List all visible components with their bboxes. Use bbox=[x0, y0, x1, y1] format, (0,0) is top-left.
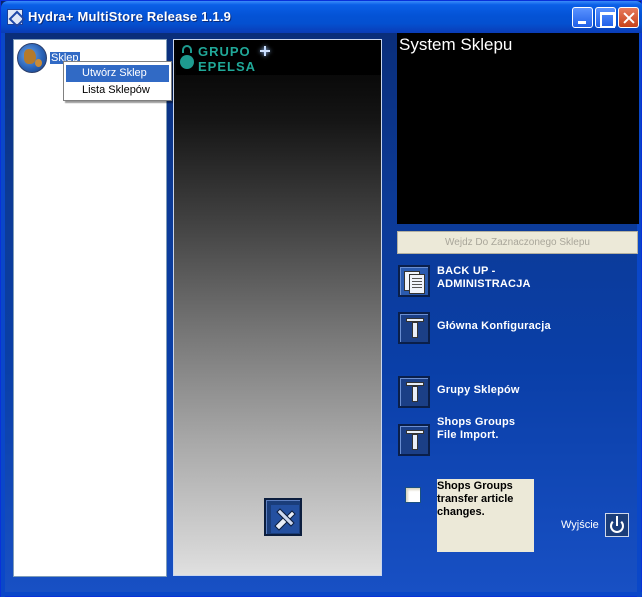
logo-mark-icon bbox=[180, 45, 194, 71]
tools-icon-button[interactable] bbox=[264, 498, 302, 536]
menu-item-create-shop[interactable]: Utwórz Sklep bbox=[66, 65, 169, 82]
backup-label[interactable]: BACK UP - ADMINISTRACJA bbox=[437, 265, 531, 291]
transfer-line-2: transfer article bbox=[437, 493, 514, 505]
file-import-button[interactable] bbox=[398, 424, 430, 456]
transfer-changes-box: Shops Groups transfer article changes. bbox=[437, 479, 534, 552]
system-title: System Sklepu bbox=[399, 35, 513, 54]
logo-line-2: EPELSA bbox=[198, 59, 257, 74]
company-logo: GRUPO EPELSA bbox=[176, 42, 381, 75]
exit-button[interactable] bbox=[605, 513, 629, 537]
document-icon bbox=[409, 274, 425, 294]
globe-icon[interactable] bbox=[17, 43, 47, 73]
menu-item-shop-list[interactable]: Lista Sklepów bbox=[66, 82, 169, 99]
window-title: Hydra+ MultiStore Release 1.1.9 bbox=[28, 9, 232, 24]
shop-groups-label[interactable]: Grupy Sklepów bbox=[437, 384, 520, 397]
backup-button[interactable] bbox=[398, 265, 430, 297]
main-config-label[interactable]: Główna Konfiguracja bbox=[437, 320, 551, 333]
maximize-button[interactable] bbox=[595, 7, 616, 28]
context-menu: Utwórz Sklep Lista Sklepów bbox=[63, 61, 172, 101]
brand-panel: GRUPO EPELSA bbox=[173, 39, 382, 576]
window-border-bottom bbox=[1, 592, 642, 596]
transfer-line-3: changes. bbox=[437, 506, 485, 518]
shop-tree[interactable]: Sklep bbox=[13, 39, 167, 577]
tools-icon bbox=[271, 505, 299, 533]
app-window: Hydra+ MultiStore Release 1.1.9 Sklep Ut… bbox=[0, 0, 642, 597]
main-config-button[interactable] bbox=[398, 312, 430, 344]
sparkle-icon bbox=[260, 46, 270, 56]
transfer-line-1: Shops Groups bbox=[437, 480, 513, 492]
app-icon[interactable] bbox=[7, 9, 23, 25]
enter-selected-shop-button[interactable]: Wejdz Do Zaznaczonego Sklepu bbox=[397, 231, 638, 254]
transfer-changes-checkbox[interactable] bbox=[405, 487, 421, 503]
system-preview bbox=[397, 33, 639, 224]
title-bar[interactable]: Hydra+ MultiStore Release 1.1.9 bbox=[1, 1, 642, 33]
file-import-label[interactable]: Shops Groups File Import. bbox=[437, 416, 515, 442]
exit-label[interactable]: Wyjście bbox=[561, 519, 599, 531]
minimize-button[interactable] bbox=[572, 7, 593, 28]
close-button[interactable] bbox=[618, 7, 639, 28]
window-border-left bbox=[1, 33, 5, 597]
logo-line-1: GRUPO bbox=[198, 44, 251, 59]
shop-groups-button[interactable] bbox=[398, 376, 430, 408]
